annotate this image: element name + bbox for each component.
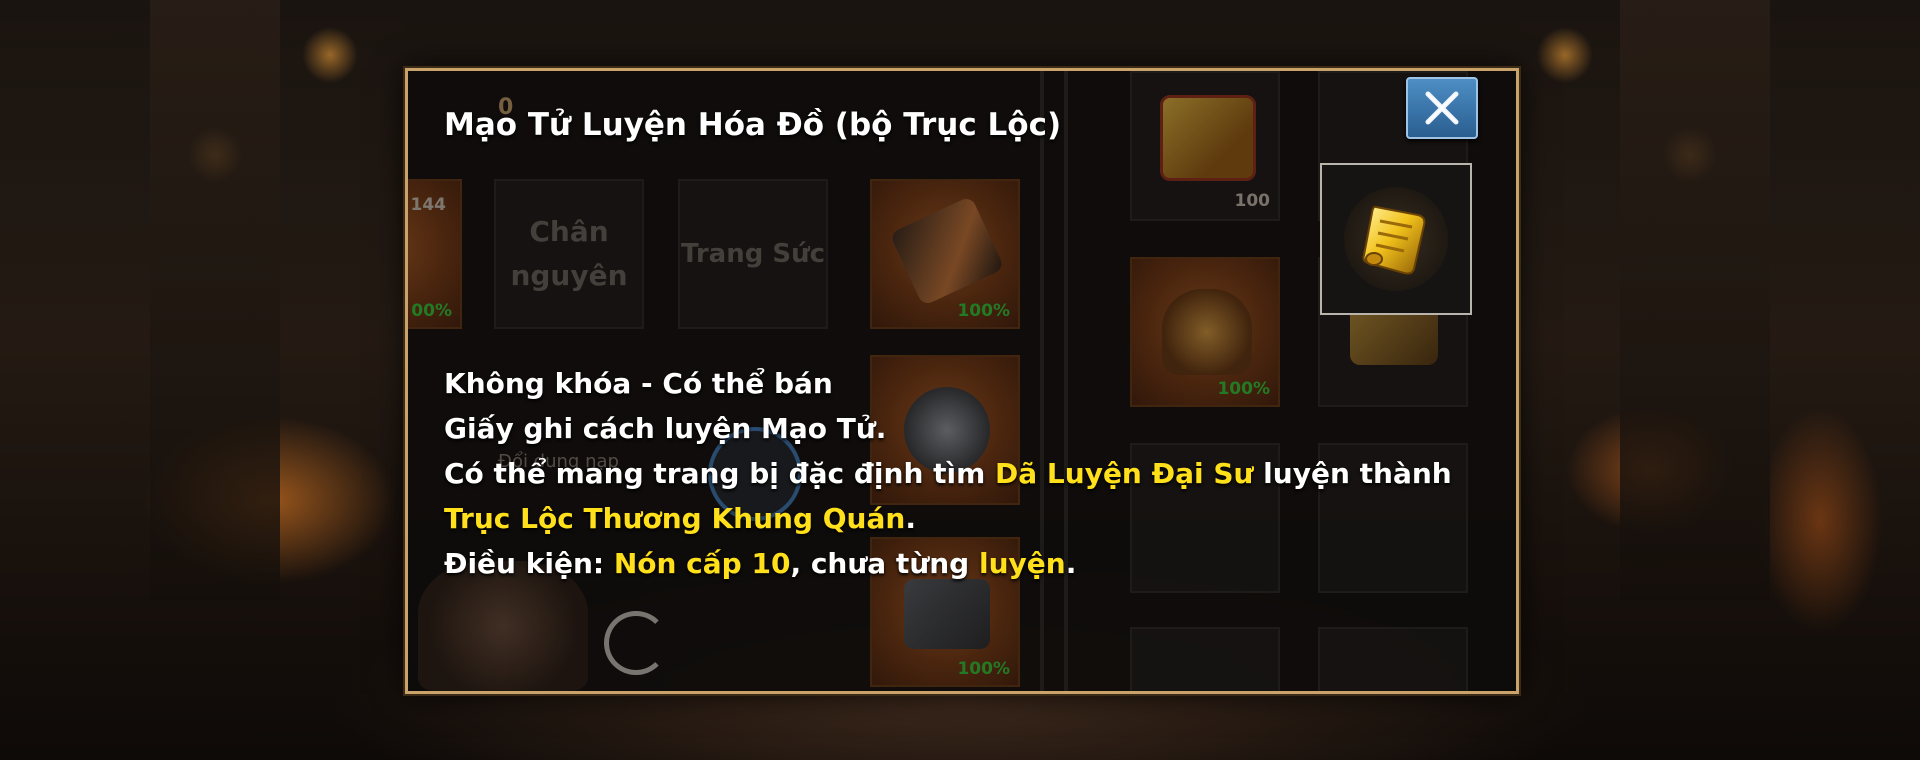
inventory-slot-weapon[interactable]: 100% [870,179,1020,329]
lock-status: Không khóa - Có thể bán [444,367,833,400]
gear-icon [904,579,990,649]
slot-label: Trang Sức [680,239,826,269]
slot-percent: 00% [411,301,452,321]
slot-count: 144 [410,195,447,215]
slot-count: 100 [1234,191,1271,211]
selected-item-slot[interactable] [1320,163,1472,315]
close-x-icon [1425,91,1459,125]
bg-pillar-left [150,0,280,600]
rotate-arrow-icon [604,611,668,675]
result-item-name: Trục Lộc Thương Khung Quán [444,502,906,535]
weapon-icon [889,195,1005,307]
item-title: Mạo Tử Luyện Hóa Đồ (bộ Trục Lộc) [444,107,1062,143]
inventory-slot-edge[interactable]: 144 00% [408,179,462,329]
requirement-line: Điều kiện: Nón cấp 10, chưa từng luyện. [444,547,1077,580]
inventory-slot-empty[interactable] [1130,627,1280,691]
slot-percent: 100% [957,659,1010,679]
inventory-slot-empty[interactable] [1318,627,1468,691]
item-flavor-text: Giấy ghi cách luyện Mạo Tử. [444,412,887,445]
crafting-instruction: Có thể mang trang bị đặc định tìm Dã Luy… [444,457,1452,535]
requirement-item: Nón cấp 10 [613,547,791,580]
npc-name: Dã Luyện Đại Sư [995,457,1254,490]
inventory-slot-right-1[interactable]: 100 [1130,71,1280,221]
inventory-slot-chan-nguyen[interactable]: Chân nguyên [494,179,644,329]
inventory-slot-trang-suc[interactable]: Trang Sức [678,179,828,329]
slot-percent: 100% [957,301,1010,321]
bg-pillar-right [1620,0,1770,600]
scroll-item-icon [1160,95,1256,181]
item-tooltip-dialog: 0 144 00% Chân nguyên Trang Sức 100% 100%… [405,68,1519,694]
requirement-status: luyện [978,547,1066,580]
close-button[interactable] [1406,77,1478,139]
golden-scroll-icon [1362,205,1426,275]
selected-item-frame [1344,187,1448,291]
item-description: Không khóa - Có thể bán Giấy ghi cách lu… [444,361,1474,586]
slot-label: Chân nguyên [510,215,628,292]
